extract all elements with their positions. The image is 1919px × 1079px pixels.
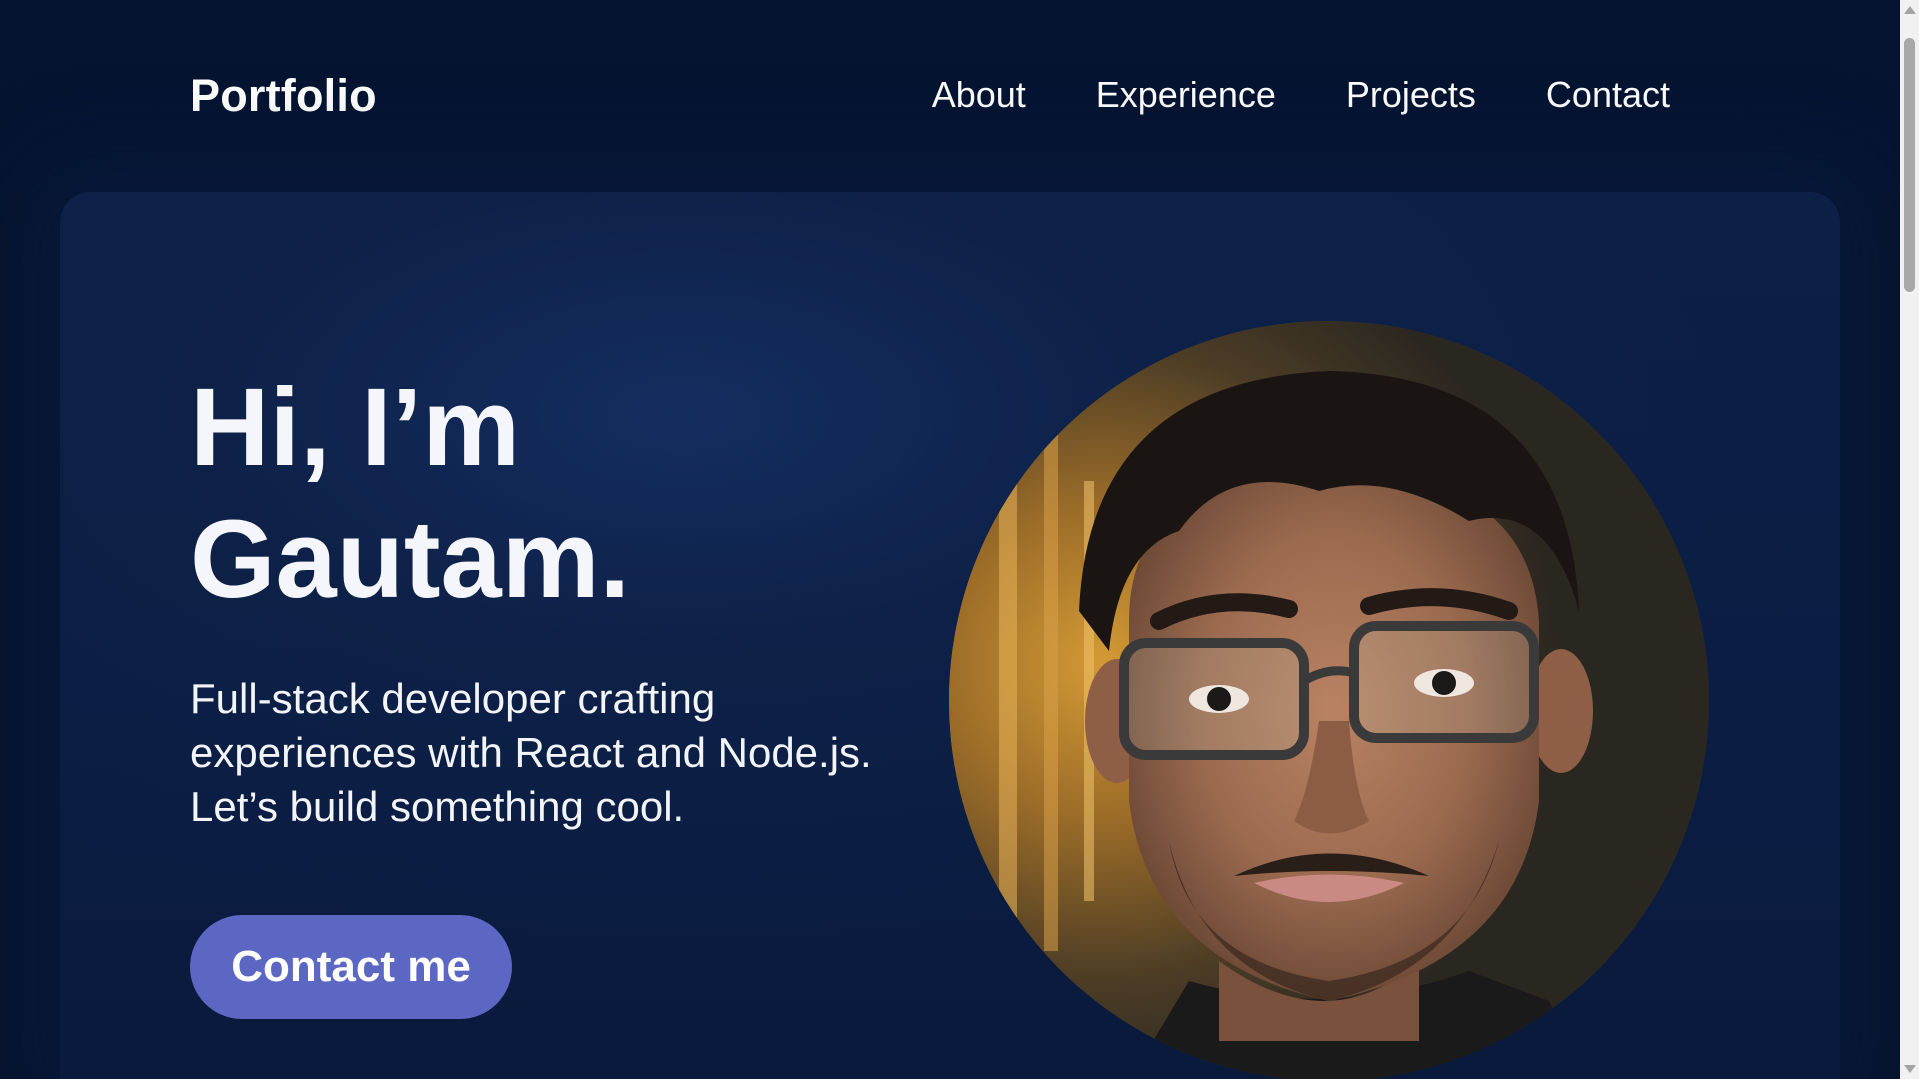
profile-photo-illustration xyxy=(949,321,1709,1079)
navbar: Portfolio About Experience Projects Cont… xyxy=(0,0,1900,192)
nav-link-contact[interactable]: Contact xyxy=(1546,74,1670,116)
scroll-down-arrow-icon[interactable] xyxy=(1904,1065,1916,1073)
contact-me-button[interactable]: Contact me xyxy=(190,915,512,1019)
vertical-scrollbar[interactable] xyxy=(1900,0,1919,1079)
nav-link-about[interactable]: About xyxy=(932,74,1026,116)
scroll-up-arrow-icon[interactable] xyxy=(1904,6,1916,14)
page: Portfolio About Experience Projects Cont… xyxy=(0,0,1919,1079)
hero-title-line-1: Hi, I’m xyxy=(190,366,521,489)
profile-photo xyxy=(949,321,1709,1079)
logo[interactable]: Portfolio xyxy=(190,70,377,122)
hero-title: Hi, I’m Gautam. xyxy=(190,362,630,626)
scroll-thumb[interactable] xyxy=(1904,38,1915,292)
nav-link-experience[interactable]: Experience xyxy=(1096,74,1276,116)
nav-links: About Experience Projects Contact xyxy=(932,74,1670,116)
nav-link-projects[interactable]: Projects xyxy=(1346,74,1476,116)
hero-subtitle: Full-stack developer crafting experience… xyxy=(190,675,872,830)
hero-title-line-2: Gautam. xyxy=(190,498,631,621)
